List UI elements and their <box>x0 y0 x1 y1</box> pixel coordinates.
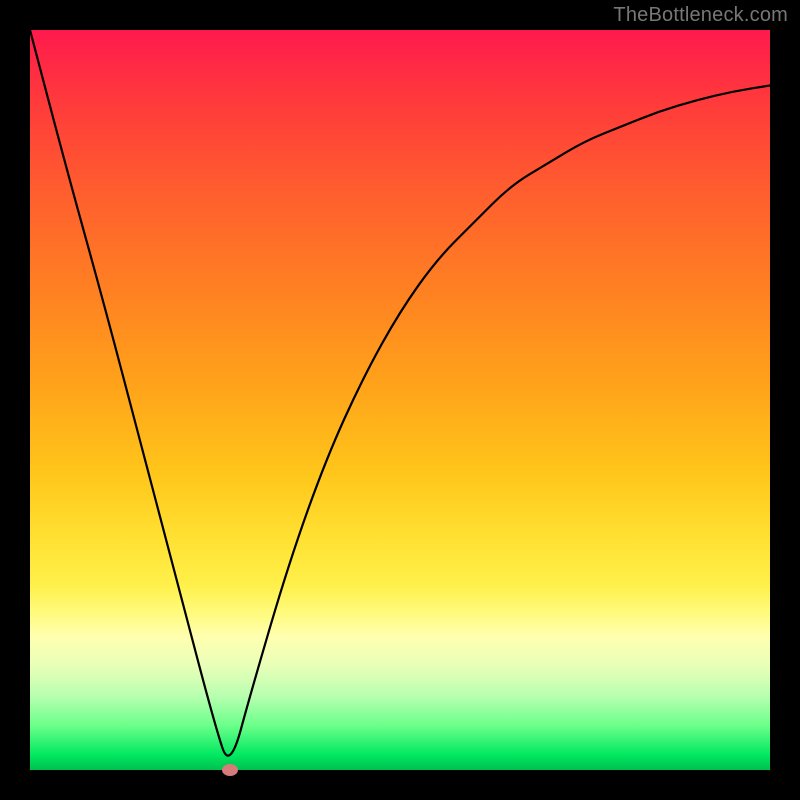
watermark-text: TheBottleneck.com <box>613 4 788 27</box>
minimum-marker <box>222 764 238 776</box>
bottleneck-curve <box>30 30 770 756</box>
curve-svg <box>30 30 770 770</box>
chart-frame: TheBottleneck.com <box>0 0 800 800</box>
plot-area <box>30 30 770 770</box>
